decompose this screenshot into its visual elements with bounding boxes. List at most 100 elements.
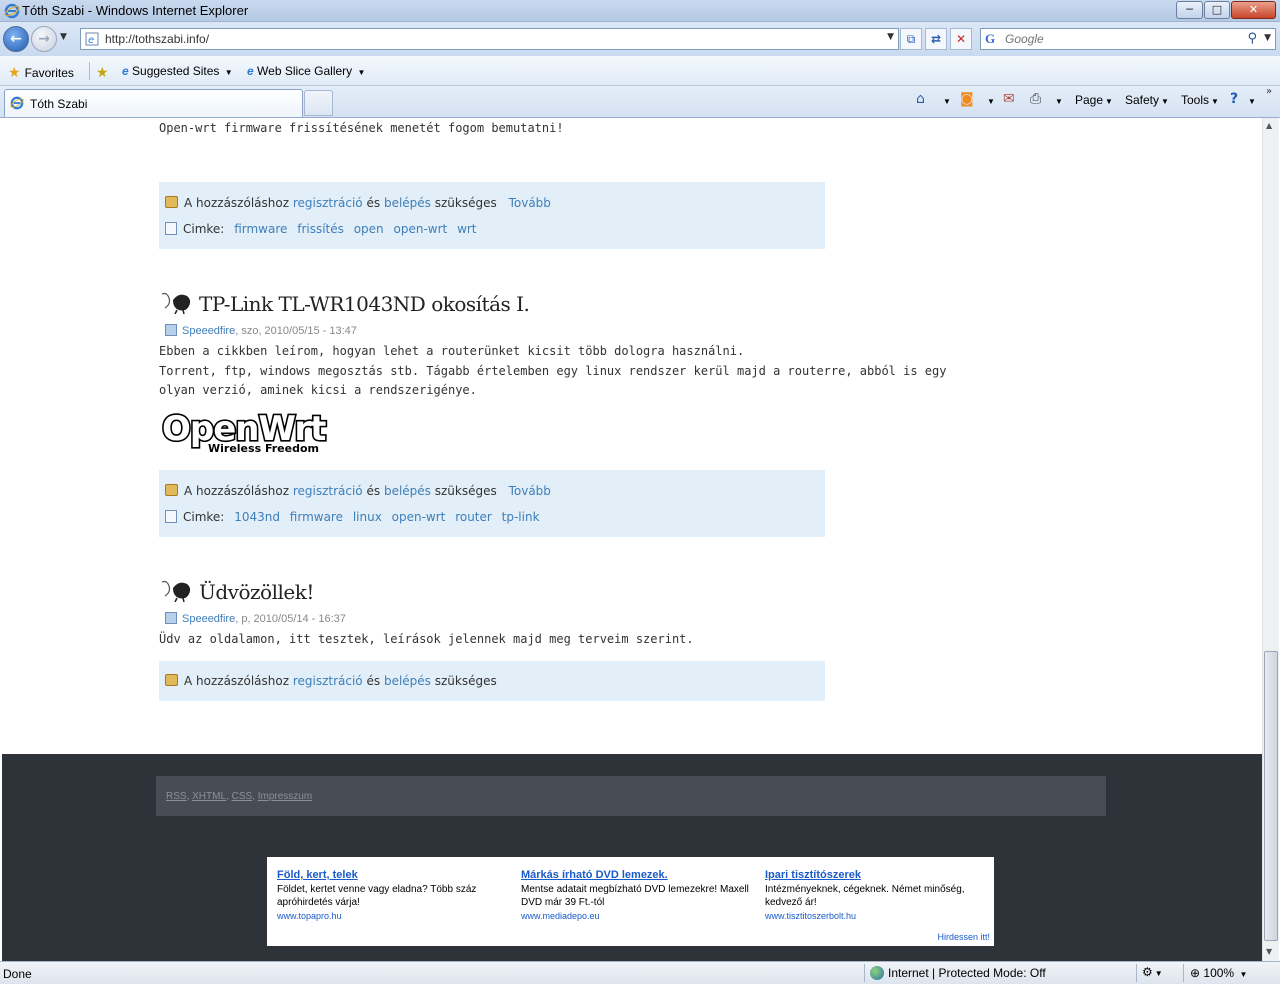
register-link[interactable]: regisztráció bbox=[293, 674, 363, 688]
stop-icon: ✕ bbox=[955, 32, 967, 46]
search-options-dropdown[interactable]: ▼ bbox=[1264, 33, 1271, 43]
security-zone[interactable]: Internet | Protected Mode: Off bbox=[870, 966, 1046, 980]
vertical-scrollbar[interactable]: ▲ ▼ bbox=[1262, 118, 1279, 961]
url-text[interactable]: http://tothszabi.info/ bbox=[105, 32, 209, 46]
separator bbox=[89, 62, 90, 80]
post-title[interactable]: TP-Link TL-WR1043ND okosítás I. bbox=[159, 290, 530, 316]
advertise-here-link[interactable]: Hirdessen itt! bbox=[937, 932, 990, 942]
safety-menu-label: Safety bbox=[1125, 93, 1160, 107]
ad-item[interactable]: Föld, kert, telek Földet, kertet venne v… bbox=[277, 869, 507, 921]
search-icon[interactable]: ⚲ bbox=[1247, 31, 1257, 46]
close-button[interactable]: ✕ bbox=[1231, 1, 1276, 19]
tab-toth-szabi[interactable]: Tóth Szabi bbox=[4, 89, 303, 117]
ad-description: Intézményeknek, cégeknek. Német minőség,… bbox=[765, 884, 965, 908]
chevron-down-icon: ▼ bbox=[357, 68, 366, 77]
tag-link[interactable]: router bbox=[455, 510, 492, 524]
feeds-dropdown[interactable]: ▼ bbox=[985, 93, 995, 107]
stop-button[interactable]: ✕ bbox=[950, 28, 972, 50]
back-button[interactable]: ← bbox=[3, 26, 29, 52]
post-body-line: Torrent, ftp, windows megosztás stb. Tág… bbox=[159, 364, 947, 378]
register-link[interactable]: regisztráció bbox=[293, 484, 363, 498]
css-link[interactable]: CSS bbox=[232, 791, 253, 802]
login-link[interactable]: belépés bbox=[384, 674, 431, 688]
help-icon[interactable]: ? bbox=[1230, 91, 1238, 107]
minimize-button[interactable]: ─ bbox=[1176, 1, 1203, 19]
add-to-favorites-bar-button[interactable]: ★ bbox=[96, 64, 113, 81]
window-title-bar[interactable]: Tóth Szabi - Windows Internet Explorer ─… bbox=[0, 0, 1280, 22]
add-favorite-icon: ★ bbox=[96, 64, 109, 80]
print-icon[interactable]: ⎙ bbox=[1030, 91, 1041, 107]
login-link[interactable]: belépés bbox=[384, 484, 431, 498]
author-link[interactable]: Speeedfire bbox=[182, 325, 235, 337]
arrow-right-icon: → bbox=[38, 31, 50, 47]
tag-link[interactable]: linux bbox=[353, 510, 382, 524]
tag-link[interactable]: open bbox=[354, 222, 384, 236]
recent-pages-dropdown[interactable]: ▼ bbox=[60, 32, 67, 42]
search-box[interactable]: G ⚲ ▼ bbox=[980, 28, 1276, 50]
safety-menu[interactable]: Safety ▼ bbox=[1125, 93, 1169, 107]
tag-link[interactable]: frissítés bbox=[297, 222, 344, 236]
chevron-more-icon[interactable]: » bbox=[1266, 86, 1272, 97]
read-more-link[interactable]: Tovább bbox=[509, 484, 551, 498]
xhtml-link[interactable]: XHTML bbox=[192, 791, 226, 802]
favorites-button[interactable]: ★ Favorites bbox=[8, 64, 74, 81]
rss-link[interactable]: RSS bbox=[166, 791, 187, 802]
home-dropdown[interactable]: ▼ bbox=[941, 93, 951, 107]
login-link[interactable]: belépés bbox=[384, 196, 431, 210]
refresh-button[interactable]: ⇄ bbox=[925, 28, 947, 50]
impresszum-link[interactable]: Impresszum bbox=[258, 791, 312, 802]
page-content: Open-wrt firmware frissítésének menetét … bbox=[2, 118, 1262, 961]
zone-text: Internet | Protected Mode: Off bbox=[888, 966, 1046, 980]
tag-link[interactable]: tp-link bbox=[502, 510, 540, 524]
address-bar[interactable]: e http://tothszabi.info/ ▼ bbox=[80, 28, 899, 50]
tag-link[interactable]: firmware bbox=[290, 510, 343, 524]
suggested-sites-label: Suggested Sites bbox=[132, 64, 220, 78]
address-dropdown-icon[interactable]: ▼ bbox=[887, 32, 894, 42]
post-meta-box: A hozzászóláshoz regisztráció és belépés… bbox=[159, 661, 825, 701]
mail-icon[interactable]: ✉ bbox=[1003, 91, 1015, 107]
site-footer: RSS, XHTML, CSS, Impresszum Föld, kert, … bbox=[2, 754, 1262, 961]
favorites-bar: ★ Favorites ★ e Suggested Sites ▼ e Web S… bbox=[0, 56, 1280, 86]
post-title[interactable]: Üdvözöllek! bbox=[159, 578, 314, 604]
scroll-down-icon[interactable]: ▼ bbox=[1266, 947, 1272, 956]
lock-icon bbox=[165, 484, 178, 496]
window-title: Tóth Szabi - Windows Internet Explorer bbox=[22, 3, 249, 18]
rss-feed-icon[interactable]: ◙ bbox=[960, 91, 974, 107]
home-icon[interactable]: ⌂ bbox=[916, 91, 925, 107]
scroll-up-icon[interactable]: ▲ bbox=[1266, 121, 1272, 130]
scrollbar-thumb[interactable] bbox=[1264, 651, 1278, 941]
ad-url[interactable]: www.tisztitoszerbolt.hu bbox=[765, 911, 980, 921]
search-input[interactable] bbox=[1005, 31, 1235, 47]
suggested-sites-link[interactable]: e Suggested Sites ▼ bbox=[122, 64, 233, 78]
web-slice-gallery-link[interactable]: e Web Slice Gallery ▼ bbox=[247, 64, 365, 78]
popup-blocker-icon[interactable]: ⚙ ▼ bbox=[1142, 965, 1163, 979]
ad-item[interactable]: Ipari tisztítószerek Intézményeknek, cég… bbox=[765, 869, 980, 921]
page-menu[interactable]: Page ▼ bbox=[1075, 93, 1113, 107]
tag-link[interactable]: 1043nd bbox=[234, 510, 280, 524]
read-more-link[interactable]: Tovább bbox=[509, 196, 551, 210]
page-icon: e bbox=[247, 64, 254, 78]
ad-url[interactable]: www.mediadepo.eu bbox=[521, 911, 751, 921]
tools-menu[interactable]: Tools ▼ bbox=[1181, 93, 1219, 107]
new-tab-button[interactable] bbox=[304, 90, 333, 116]
bird-icon bbox=[161, 580, 191, 602]
globe-icon bbox=[870, 966, 884, 980]
ad-title[interactable]: Ipari tisztítószerek bbox=[765, 869, 980, 881]
tag-link[interactable]: wrt bbox=[457, 222, 476, 236]
tag-link[interactable]: firmware bbox=[234, 222, 287, 236]
help-dropdown[interactable]: ▼ bbox=[1246, 93, 1256, 107]
compatibility-view-button[interactable]: ⧉ bbox=[900, 28, 922, 50]
ad-title[interactable]: Föld, kert, telek bbox=[277, 869, 507, 881]
ad-title[interactable]: Márkás írható DVD lemezek. bbox=[521, 869, 751, 881]
tag-link[interactable]: open-wrt bbox=[394, 222, 448, 236]
register-link[interactable]: regisztráció bbox=[293, 196, 363, 210]
author-link[interactable]: Speeedfire bbox=[182, 613, 235, 625]
ad-item[interactable]: Márkás írható DVD lemezek. Mentse adatai… bbox=[521, 869, 751, 921]
ad-url[interactable]: www.topapro.hu bbox=[277, 911, 507, 921]
tag-link[interactable]: open-wrt bbox=[392, 510, 446, 524]
forward-button[interactable]: → bbox=[31, 26, 57, 52]
zoom-control[interactable]: ⊕ 100% ▼ bbox=[1190, 966, 1247, 980]
post-body-line: Üdv az oldalamon, itt tesztek, leírások … bbox=[159, 632, 694, 646]
maximize-button[interactable]: □ bbox=[1204, 1, 1230, 19]
print-dropdown[interactable]: ▼ bbox=[1053, 93, 1063, 107]
